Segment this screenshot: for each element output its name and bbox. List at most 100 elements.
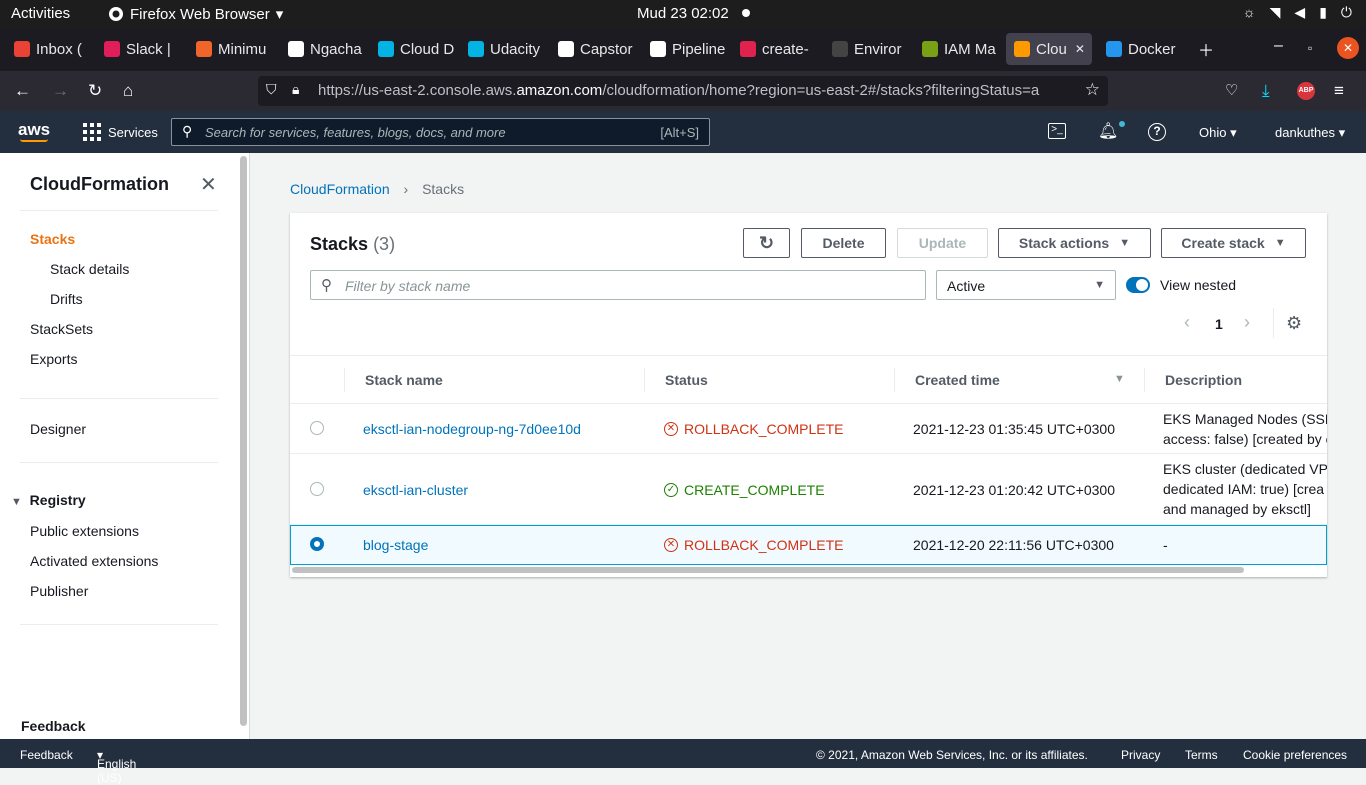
system-tray[interactable]: ☼ ◥ ◀ ▮ ⏻ (1243, 4, 1352, 21)
feedback-link[interactable]: Feedback (21, 718, 86, 734)
tab-label: create- (762, 40, 809, 58)
forward-icon[interactable]: → (52, 81, 69, 101)
stack-name-link[interactable]: blog-stage (363, 537, 428, 553)
browser-tab[interactable]: Minimu (188, 33, 274, 65)
language-selector[interactable]: English (US) ▾ (97, 748, 136, 785)
privacy-link[interactable]: Privacy (1121, 748, 1160, 762)
region-selector[interactable]: Ohio ▾ (1199, 125, 1237, 141)
sidebar-item-stacks[interactable]: Stacks (30, 231, 75, 247)
sidebar-item-stacksets[interactable]: StackSets (30, 321, 93, 337)
minimize-icon[interactable]: – (1274, 37, 1283, 55)
column-divider (1144, 368, 1145, 392)
table-header: Stack name Status Created time ▼ Descrip… (290, 355, 1327, 404)
error-icon: ✕ (664, 422, 678, 436)
create-stack-button[interactable]: Create stack ▼ (1161, 228, 1306, 258)
col-stack-name[interactable]: Stack name (365, 372, 443, 388)
browser-tab[interactable]: Docker (1098, 33, 1182, 65)
sidebar-item-designer[interactable]: Designer (30, 421, 86, 437)
terms-link[interactable]: Terms (1185, 748, 1218, 762)
browser-tab[interactable]: Pipeline (642, 33, 726, 65)
bell-icon[interactable]: 🔔︎ (1098, 121, 1118, 141)
footer-feedback-link[interactable]: Feedback (20, 748, 73, 762)
sidebar-section-registry[interactable]: ▼ Registry (11, 492, 86, 508)
browser-tab[interactable]: Enviror (824, 33, 908, 65)
browser-tab[interactable]: Ngacha (280, 33, 364, 65)
col-description[interactable]: Description (1165, 372, 1242, 388)
col-created-time[interactable]: Created time (915, 372, 1000, 388)
sidebar-item-stack-details[interactable]: Stack details (50, 261, 129, 277)
browser-tab[interactable]: Inbox ( (6, 33, 90, 65)
refresh-button[interactable]: ↻ (743, 228, 790, 258)
delete-button[interactable]: Delete (801, 228, 886, 258)
tab-label: Inbox ( (36, 40, 82, 58)
lock-icon: 🔒︎ (292, 81, 300, 97)
browser-tab[interactable]: Cloud D (370, 33, 454, 65)
reload-icon[interactable]: ↻ (88, 81, 102, 101)
app-menu[interactable]: Firefox Web Browser ▾ (108, 5, 283, 23)
sidebar-item-drifts[interactable]: Drifts (50, 291, 83, 307)
stacks-panel: Stacks (3) ↻ Delete Update Stack actions… (290, 213, 1327, 577)
tab-label: Enviror (854, 40, 902, 58)
menu-icon[interactable]: ≡ (1334, 81, 1344, 101)
sidebar-item-publisher[interactable]: Publisher (30, 583, 88, 599)
cookie-preferences-link[interactable]: Cookie preferences (1243, 748, 1347, 762)
col-status[interactable]: Status (665, 372, 708, 388)
page-number[interactable]: 1 (1215, 316, 1223, 332)
tab-label: IAM Ma (944, 40, 996, 58)
browser-tab[interactable]: create- (732, 33, 818, 65)
status-filter-select[interactable]: Active ▼ (936, 270, 1116, 300)
adblock-icon[interactable]: ABP (1297, 82, 1315, 100)
sidebar-item-public-extensions[interactable]: Public extensions (30, 523, 139, 539)
sidebar-item-exports[interactable]: Exports (30, 351, 77, 367)
cloudshell-icon[interactable]: >_ (1048, 123, 1066, 139)
stack-filter-input[interactable]: ⚲ Filter by stack name (310, 270, 926, 300)
sidebar-scrollbar[interactable] (240, 156, 247, 726)
close-tab-icon[interactable]: ✕ (1075, 42, 1085, 56)
row-radio[interactable] (310, 537, 324, 551)
table-row-selected[interactable]: blog-stage ✕ ROLLBACK_COMPLETE 2021-12-20… (290, 525, 1327, 565)
update-button[interactable]: Update (897, 228, 988, 258)
stack-description: EKS Managed Nodes (SSH access: false) [cr… (1163, 411, 1327, 447)
browser-tab[interactable]: IAM Ma (914, 33, 1000, 65)
row-radio[interactable] (310, 421, 324, 435)
maximize-icon[interactable]: ▫ (1308, 41, 1312, 55)
aws-logo[interactable]: aws (18, 120, 50, 140)
url-bar[interactable]: ⛉ 🔒︎ https://us-east-2.console.aws.amazo… (258, 76, 1108, 106)
browser-tab[interactable]: Udacity (460, 33, 544, 65)
sidebar-item-activated-extensions[interactable]: Activated extensions (30, 553, 158, 569)
activities-button[interactable]: Activities (11, 5, 70, 22)
back-icon[interactable]: ← (14, 81, 31, 101)
tab-favicon-icon (1014, 41, 1030, 57)
services-menu[interactable]: Services (108, 125, 158, 140)
pocket-icon[interactable]: ♡ (1225, 81, 1238, 99)
gear-icon[interactable]: ⚙ (1286, 313, 1302, 334)
clock[interactable]: Mud 23 02:02 (637, 5, 729, 22)
stack-name-link[interactable]: eksctl-ian-nodegroup-ng-7d0ee10d (363, 421, 581, 437)
stack-name-link[interactable]: eksctl-ian-cluster (363, 482, 468, 498)
aws-search-input[interactable]: ⚲ Search for services, features, blogs, … (171, 118, 710, 146)
row-radio[interactable] (310, 482, 324, 496)
grid-icon[interactable] (83, 123, 101, 141)
browser-tab[interactable]: Slack | (96, 33, 182, 65)
prev-page-icon[interactable]: ‹ (1184, 312, 1190, 333)
table-row[interactable]: eksctl-ian-cluster ✓ CREATE_COMPLETE 2021… (290, 454, 1327, 525)
browser-tab[interactable]: Capstor (550, 33, 636, 65)
breadcrumb-cloudformation[interactable]: CloudFormation (290, 181, 390, 197)
close-icon[interactable]: ✕ (200, 172, 217, 197)
table-row[interactable]: eksctl-ian-nodegroup-ng-7d0ee10d ✕ ROLLBA… (290, 404, 1327, 454)
view-nested-toggle[interactable] (1126, 277, 1150, 293)
download-icon[interactable]: ⤓ (1262, 81, 1270, 101)
bookmark-star-icon[interactable]: ☆ (1085, 80, 1100, 100)
close-window-icon[interactable]: ✕ (1337, 37, 1359, 59)
sort-desc-icon[interactable]: ▼ (1114, 373, 1125, 385)
help-icon[interactable]: ? (1148, 123, 1166, 141)
next-page-icon[interactable]: › (1244, 312, 1250, 333)
console-footer: Feedback English (US) ▾ © 2021, Amazon W… (0, 739, 1366, 785)
stack-actions-button[interactable]: Stack actions ▼ (998, 228, 1151, 258)
horizontal-scrollbar[interactable] (292, 567, 1244, 573)
home-icon[interactable]: ⌂ (123, 81, 133, 101)
account-menu[interactable]: dankuthes ▾ (1275, 125, 1345, 141)
browser-tab[interactable]: Clou ✕ (1006, 33, 1092, 65)
error-icon: ✕ (664, 538, 678, 552)
new-tab-icon[interactable]: ＋ (1198, 37, 1214, 61)
